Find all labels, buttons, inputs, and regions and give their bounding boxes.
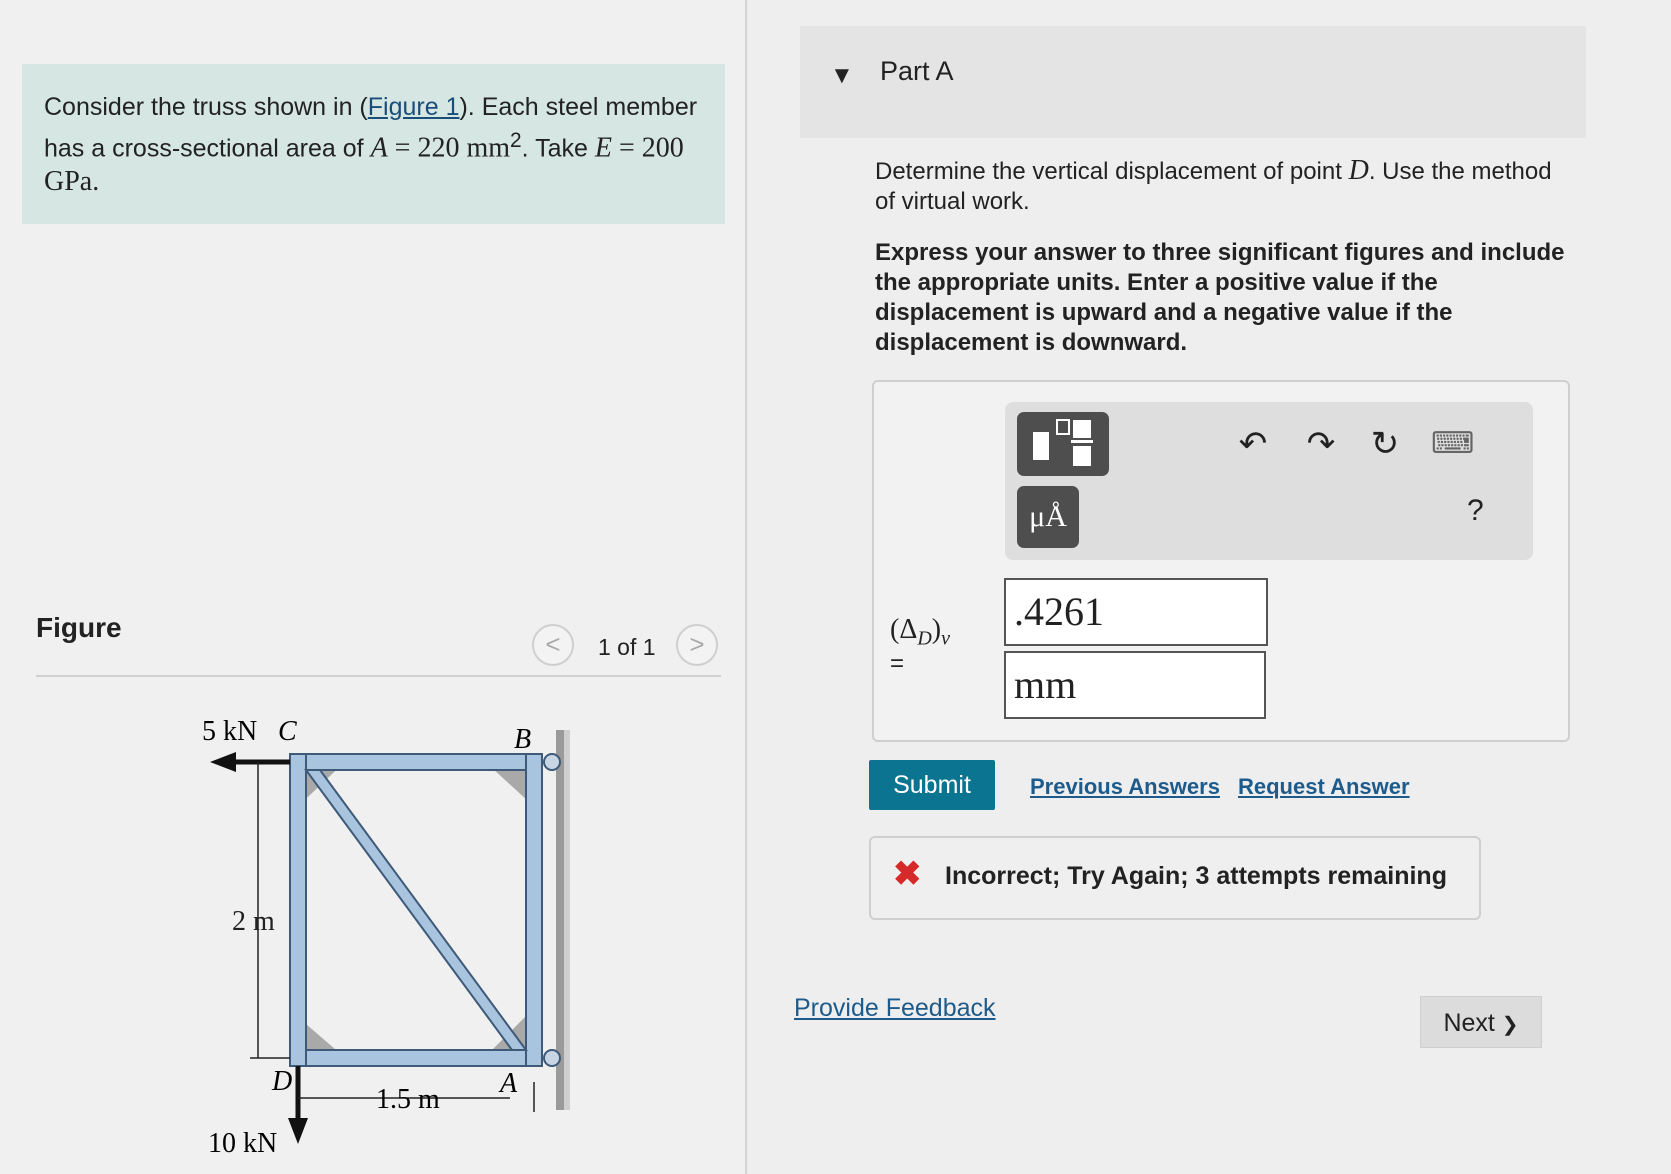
height-label: 2 m [232, 906, 275, 937]
units-button[interactable]: μÅ [1017, 486, 1079, 548]
answer-unit-input[interactable]: mm [1004, 651, 1266, 719]
request-answer-link[interactable]: Request Answer [1238, 774, 1410, 800]
wall-hatch [564, 730, 570, 1110]
problem-text: . Take [521, 134, 595, 163]
load-arrowhead-d [288, 1118, 308, 1144]
area-symbol: A [370, 132, 388, 164]
part-title: Part A [880, 56, 954, 86]
area-exponent: 2 [510, 129, 522, 152]
fraction-template-icon [1033, 419, 1093, 466]
node-label-b: B [514, 724, 531, 755]
feedback-text: Incorrect; Try Again; 3 attempts remaini… [945, 862, 1447, 890]
node-label-a: A [498, 1068, 518, 1099]
question-text-start: Determine the vertical displacement of p… [875, 158, 1349, 185]
figure-link[interactable]: Figure 1 [368, 93, 460, 121]
answer-label-subscript: D [917, 627, 932, 650]
modulus-symbol: E [594, 132, 612, 164]
left-pane: Consider the truss shown in (Figure 1). … [0, 0, 745, 1174]
answer-label-part: (Δ [890, 614, 918, 645]
truss-figure: 5 kN C B D A 2 m 1.5 m 10 kN [202, 716, 570, 1159]
load-arrowhead-c [210, 752, 236, 772]
part-a-header[interactable]: ▼ Part A [800, 26, 1586, 138]
answer-value-input[interactable]: .4261 [1004, 578, 1268, 646]
redo-icon[interactable]: ↷ [1301, 424, 1341, 464]
question-point-symbol: D [1348, 155, 1369, 186]
member-da [289, 1049, 543, 1067]
next-figure-button[interactable]: > [676, 624, 718, 666]
reset-icon[interactable]: ↻ [1365, 424, 1405, 464]
next-button[interactable]: Next ❯ [1420, 996, 1542, 1048]
provide-feedback-link[interactable]: Provide Feedback [794, 994, 996, 1023]
answer-label-part: ) [931, 614, 942, 645]
answer-label-subscript: v [941, 627, 951, 650]
prev-figure-button[interactable]: < [532, 624, 574, 666]
answer-equals-sign: = [890, 650, 905, 677]
problem-text: Consider the truss shown in ( [44, 93, 368, 121]
keyboard-icon[interactable]: ⌨ [1431, 424, 1474, 464]
width-label: 1.5 m [376, 1084, 440, 1115]
member-ca [304, 769, 528, 1051]
member-ba [525, 753, 543, 1067]
feedback-message: ✖ Incorrect; Try Again; 3 attempts remai… [869, 836, 1481, 920]
load-label-c: 5 kN [202, 716, 257, 747]
collapse-caret-icon[interactable]: ▼ [830, 62, 854, 90]
problem-statement: Consider the truss shown in (Figure 1). … [22, 64, 725, 224]
figure-heading: Figure [36, 612, 122, 643]
chevron-right-icon: ❯ [1501, 1014, 1519, 1036]
undo-icon[interactable]: ↶ [1233, 424, 1273, 464]
submit-button[interactable]: Submit [869, 760, 995, 810]
load-label-d: 10 kN [208, 1128, 277, 1159]
help-button[interactable]: ? [1467, 494, 1484, 528]
incorrect-x-icon: ✖ [893, 855, 922, 893]
node-label-d: D [271, 1066, 292, 1097]
question-text: Determine the vertical displacement of p… [875, 156, 1575, 217]
fraction-template-button[interactable] [1017, 412, 1109, 476]
area-value: = 220 mm [387, 132, 511, 164]
answer-variable-label: (ΔD)v [890, 614, 950, 651]
figure-divider [36, 675, 721, 677]
roller-support-a [543, 1049, 561, 1067]
answer-instructions: Express your answer to three significant… [875, 239, 1565, 356]
figure-page-count: 1 of 1 [598, 634, 656, 660]
math-toolbar: μÅ ↶ ↷ ↻ ⌨ ? [1005, 402, 1533, 560]
pin-support-b [543, 753, 561, 771]
member-cb [289, 753, 543, 771]
previous-answers-link[interactable]: Previous Answers [1030, 774, 1220, 800]
node-label-c: C [278, 716, 297, 747]
member-cd [289, 753, 307, 1067]
next-button-label: Next [1443, 1009, 1495, 1037]
